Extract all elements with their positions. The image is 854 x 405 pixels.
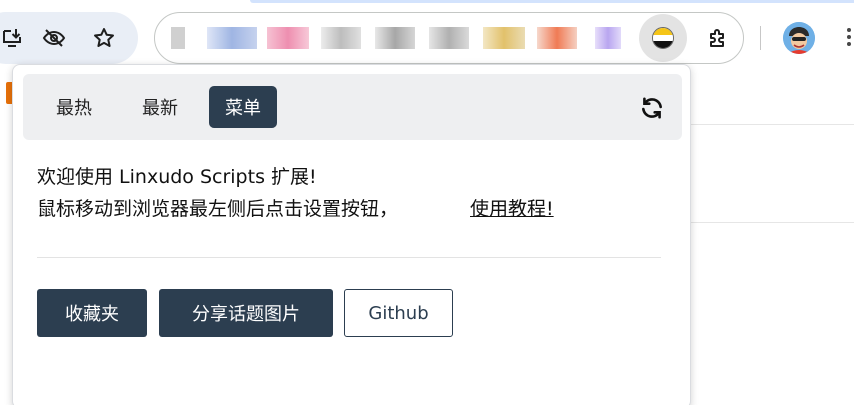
section-divider (37, 257, 661, 258)
welcome-text: 欢迎使用 Linxudo Scripts 扩展! 鼠标移动到浏览器最左侧后点击设… (37, 161, 398, 225)
github-button[interactable]: Github (344, 289, 453, 337)
blurred-url-segment (321, 27, 361, 49)
blurred-url-segment (537, 27, 577, 49)
eye-off-icon[interactable] (40, 24, 68, 52)
welcome-line: 欢迎使用 Linxudo Scripts 扩展! (37, 166, 317, 188)
share-topic-image-button[interactable]: 分享话题图片 (159, 289, 333, 337)
extension-popup: 最热 最新 菜单 欢迎使用 Linxudo Scripts 扩展! 鼠标移动到浏… (12, 64, 691, 405)
blurred-url-segment (375, 27, 415, 49)
tutorial-link[interactable]: 使用教程! (470, 193, 554, 225)
page-divider (690, 124, 854, 125)
popup-tabbar: 最热 最新 菜单 (23, 74, 682, 140)
blurred-url-segment (207, 27, 257, 49)
tab-strip-accent (250, 0, 854, 3)
blurred-url-segment (595, 27, 621, 49)
tab-hot[interactable]: 最热 (40, 86, 108, 128)
page-divider (690, 222, 854, 223)
blurred-url-segment (171, 27, 185, 49)
extensions-puzzle-icon[interactable] (704, 24, 732, 52)
blurred-url-segment (483, 27, 525, 49)
refresh-icon[interactable] (637, 93, 667, 123)
kebab-menu-icon[interactable] (844, 28, 854, 48)
tab-latest[interactable]: 最新 (126, 86, 194, 128)
tab-menu[interactable]: 菜单 (209, 86, 277, 128)
linxudo-logo-icon (652, 27, 674, 49)
favorites-button[interactable]: 收藏夹 (37, 289, 147, 337)
linxudo-extension-button[interactable] (639, 14, 687, 62)
star-icon[interactable] (90, 24, 118, 52)
toolbar-separator (760, 26, 761, 50)
profile-avatar[interactable] (783, 22, 815, 54)
blurred-url-segment (267, 27, 309, 49)
install-icon[interactable] (0, 24, 26, 52)
instruction-line: 鼠标移动到浏览器最左侧后点击设置按钮， (37, 198, 399, 220)
blurred-url-segment (429, 27, 469, 49)
